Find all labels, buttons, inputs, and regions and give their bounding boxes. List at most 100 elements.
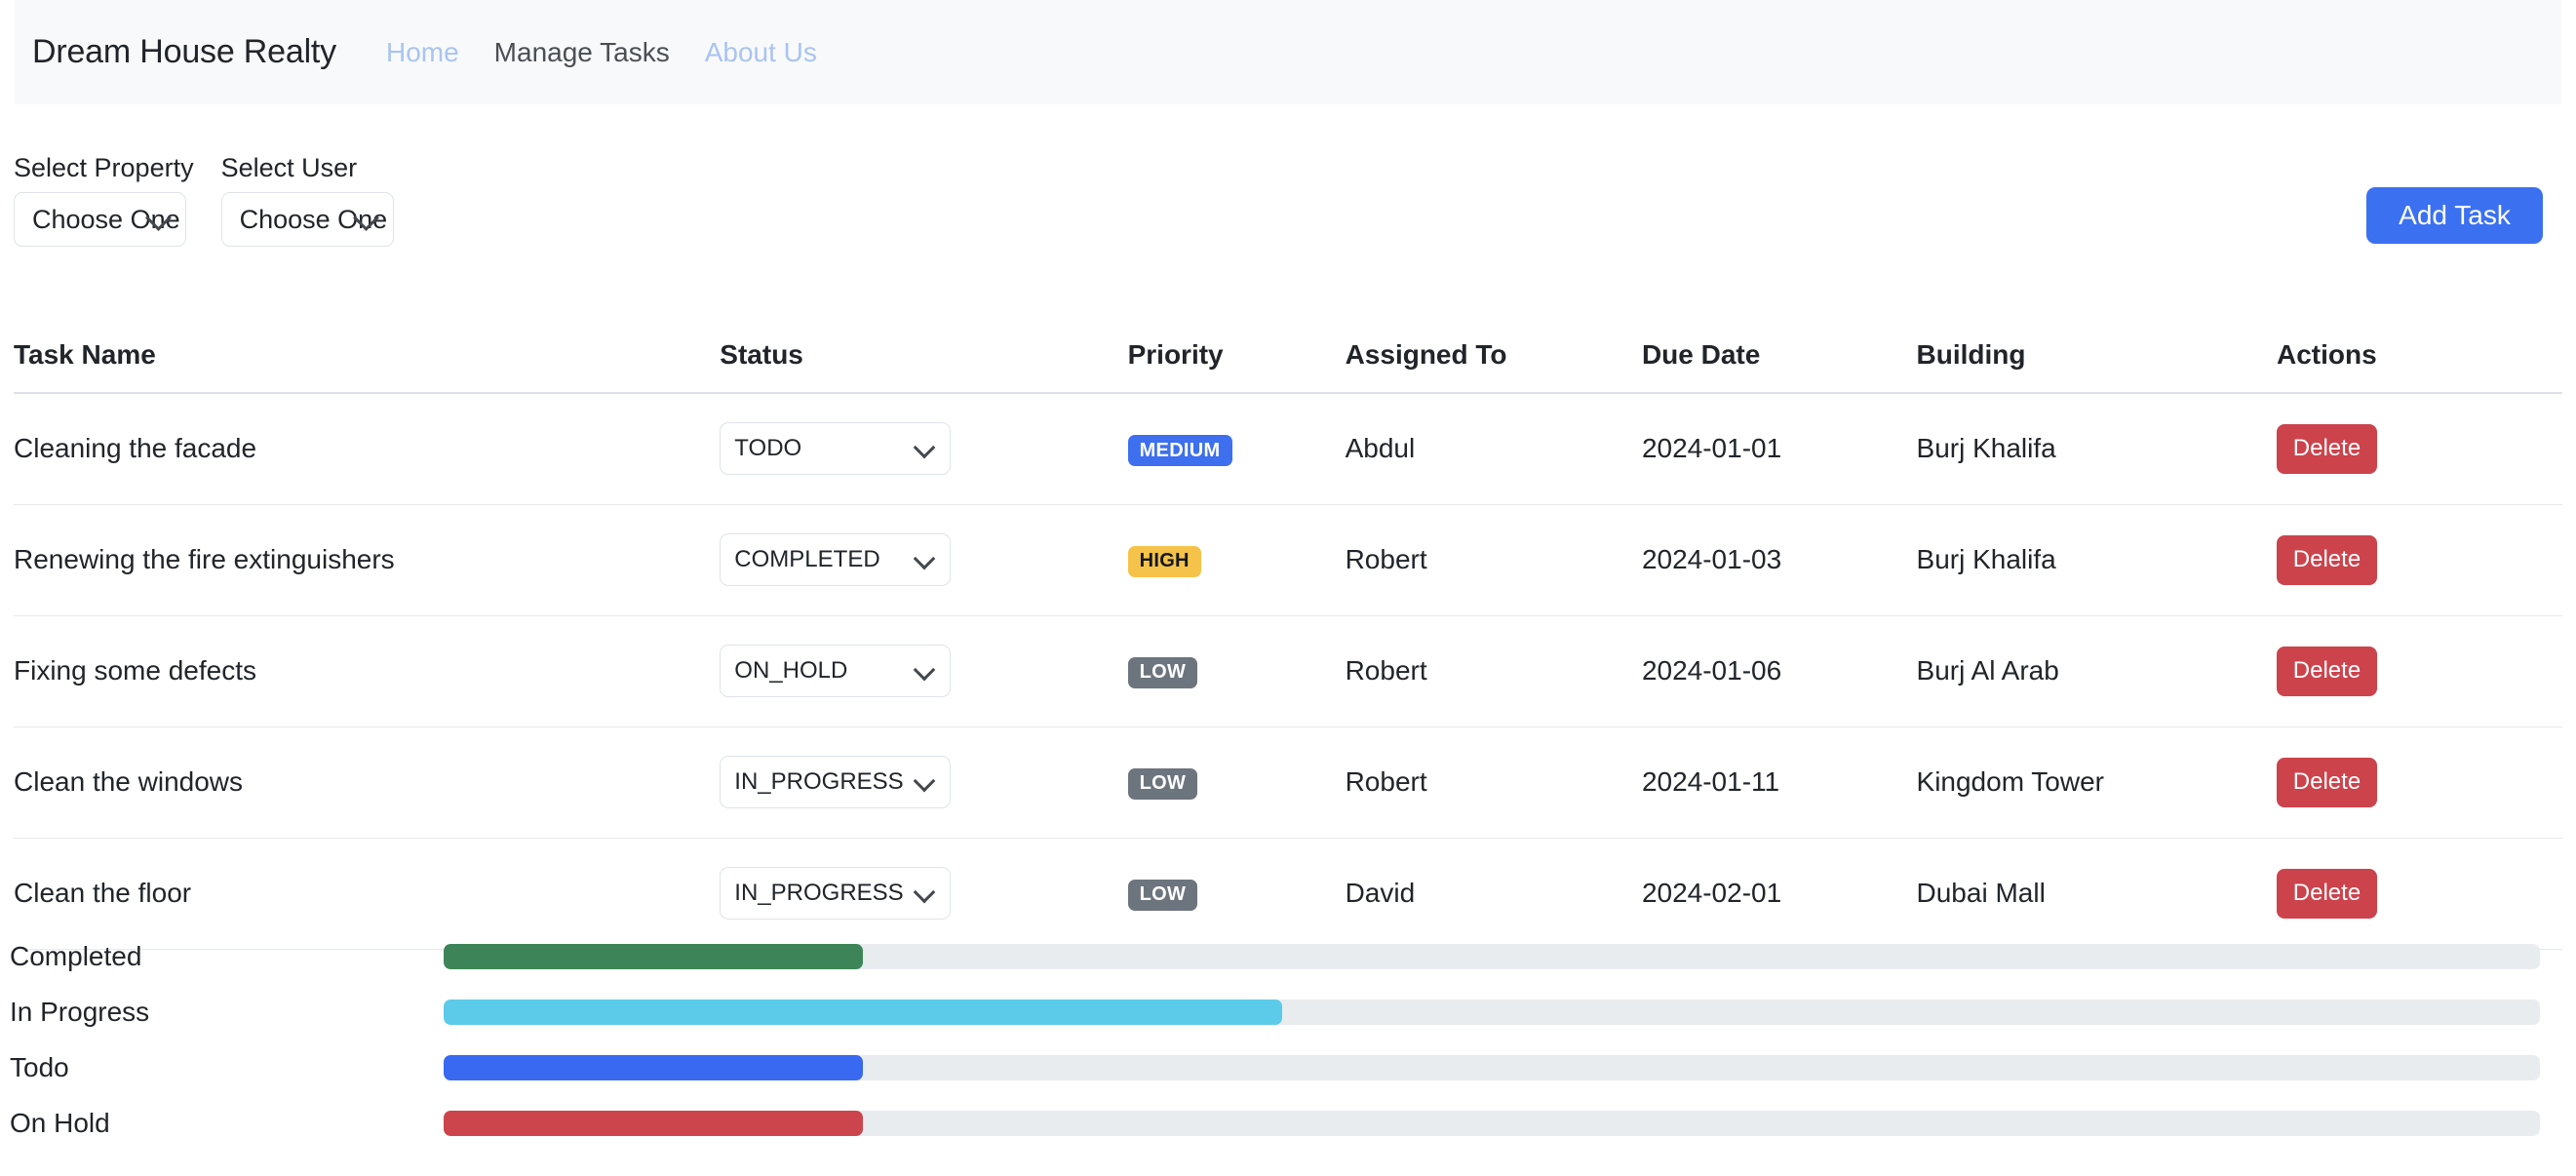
cell-assigned-to: Robert	[1345, 504, 1642, 616]
delete-button[interactable]: Delete	[2276, 534, 2377, 585]
property-filter-group: Select Property Choose One	[14, 153, 194, 247]
cell-actions: Delete	[2276, 393, 2562, 505]
delete-button[interactable]: Delete	[2276, 757, 2377, 807]
priority-badge: HIGH	[1127, 545, 1201, 577]
tasks-table-wrapper: Task Name Status Priority Assigned To Du…	[14, 339, 2562, 950]
brand-title: Dream House Realty	[32, 33, 336, 70]
cell-priority: LOW	[1127, 726, 1346, 839]
progress-track	[444, 1054, 2540, 1080]
column-header-due-date: Due Date	[1641, 339, 1917, 394]
filter-bar: Select Property Choose One Select User C…	[14, 153, 394, 247]
cell-actions: Delete	[2276, 615, 2562, 727]
cell-assigned-to: Abdul	[1345, 393, 1642, 505]
progress-track	[444, 943, 2540, 969]
cell-assigned-to: Robert	[1345, 615, 1642, 727]
cell-due-date: 2024-01-11	[1641, 726, 1917, 839]
progress-label: Todo	[10, 1051, 69, 1082]
column-header-priority: Priority	[1127, 339, 1346, 394]
progress-row: On Hold	[0, 1095, 2576, 1151]
progress-fill	[444, 1110, 863, 1136]
cell-due-date: 2024-01-06	[1641, 615, 1917, 727]
cell-due-date: 2024-01-03	[1641, 504, 1917, 616]
chevron-down-icon	[913, 436, 936, 459]
status-value: IN_PROGRESS	[734, 768, 904, 795]
table-row: Fixing some defects ON_HOLD LOW Robert 2024-…	[14, 615, 2562, 727]
chevron-down-icon	[913, 658, 936, 682]
progress-row: In Progress	[0, 984, 2576, 1039]
progress-label: Completed	[10, 940, 142, 971]
delete-button[interactable]: Delete	[2276, 868, 2377, 919]
status-dropdown[interactable]: IN_PROGRESS	[720, 867, 952, 920]
table-row: Clean the windows IN_PROGRESS LOW Robert 202…	[14, 726, 2562, 839]
user-filter-group: Select User Choose One	[220, 153, 394, 247]
navbar: Dream House Realty Home Manage Tasks Abo…	[15, 0, 2561, 104]
cell-task-name: Fixing some defects	[14, 615, 721, 727]
cell-status: COMPLETED	[720, 504, 1128, 616]
status-value: IN_PROGRESS	[734, 880, 904, 906]
priority-badge: LOW	[1127, 767, 1198, 800]
cell-priority: HIGH	[1127, 504, 1346, 616]
chevron-down-icon	[913, 881, 936, 904]
cell-actions: Delete	[2276, 726, 2562, 839]
nav-link-about-us[interactable]: About Us	[687, 37, 835, 68]
column-header-actions: Actions	[2276, 339, 2562, 394]
nav-links: Home Manage Tasks About Us	[369, 37, 835, 68]
table-row: Cleaning the facade TODO MEDIUM Abdul 2024-0…	[14, 393, 2562, 505]
table-head: Task Name Status Priority Assigned To Du…	[14, 339, 2562, 394]
status-dropdown[interactable]: COMPLETED	[720, 533, 952, 586]
progress-track	[444, 999, 2540, 1025]
chevron-down-icon	[913, 769, 936, 793]
column-header-task-name: Task Name	[14, 339, 721, 394]
cell-task-name: Renewing the fire extinguishers	[14, 504, 721, 616]
column-header-assigned-to: Assigned To	[1345, 339, 1642, 394]
table-body: Cleaning the facade TODO MEDIUM Abdul 2024-0…	[14, 393, 2562, 950]
column-header-building: Building	[1916, 339, 2277, 394]
cell-building: Burj Al Arab	[1916, 615, 2277, 727]
cell-priority: LOW	[1127, 615, 1346, 727]
progress-label: In Progress	[10, 996, 150, 1027]
progress-fill	[444, 943, 863, 969]
cell-status: ON_HOLD	[720, 615, 1128, 727]
delete-button[interactable]: Delete	[2276, 423, 2377, 474]
column-header-status: Status	[720, 339, 1128, 394]
tasks-table: Task Name Status Priority Assigned To Du…	[14, 339, 2562, 950]
priority-badge: MEDIUM	[1127, 435, 1232, 466]
cell-due-date: 2024-01-01	[1641, 393, 1917, 505]
select-user-dropdown[interactable]: Choose One	[220, 192, 394, 247]
cell-building: Kingdom Tower	[1916, 726, 2277, 839]
progress-row: Completed	[0, 928, 2576, 984]
table-header-row: Task Name Status Priority Assigned To Du…	[14, 339, 2562, 394]
nav-link-manage-tasks[interactable]: Manage Tasks	[477, 37, 687, 68]
delete-button[interactable]: Delete	[2276, 646, 2377, 696]
cell-assigned-to: Robert	[1345, 726, 1642, 839]
table-row: Renewing the fire extinguishers COMPLETED…	[14, 504, 2562, 616]
status-dropdown[interactable]: TODO	[720, 422, 952, 476]
cell-building: Burj Khalifa	[1916, 504, 2277, 616]
cell-building: Burj Khalifa	[1916, 393, 2277, 505]
status-dropdown[interactable]: ON_HOLD	[720, 645, 952, 697]
select-user-label: Select User	[220, 153, 358, 182]
progress-track	[444, 1110, 2540, 1136]
priority-badge: LOW	[1127, 656, 1198, 688]
cell-status: IN_PROGRESS	[720, 726, 1128, 839]
status-value: COMPLETED	[734, 546, 880, 572]
nav-link-home[interactable]: Home	[369, 37, 477, 68]
chevron-down-icon	[913, 547, 936, 570]
progress-fill	[444, 1054, 863, 1080]
progress-row: Todo	[0, 1039, 2576, 1095]
cell-priority: MEDIUM	[1127, 393, 1346, 505]
status-dropdown[interactable]: IN_PROGRESS	[720, 756, 952, 808]
cell-status: TODO	[720, 393, 1128, 505]
status-value: ON_HOLD	[734, 657, 848, 684]
add-task-button[interactable]: Add Task	[2366, 187, 2543, 244]
cell-actions: Delete	[2276, 504, 2562, 616]
cell-task-name: Clean the windows	[14, 726, 721, 839]
status-progress-chart: Completed In Progress Todo On Hold	[0, 928, 2576, 1151]
cell-task-name: Cleaning the facade	[14, 393, 721, 505]
status-value: TODO	[734, 435, 802, 462]
priority-badge: LOW	[1127, 879, 1198, 911]
select-property-label: Select Property	[14, 153, 194, 182]
progress-label: On Hold	[10, 1107, 110, 1138]
progress-fill	[444, 999, 1282, 1025]
select-property-dropdown[interactable]: Choose One	[14, 192, 186, 247]
